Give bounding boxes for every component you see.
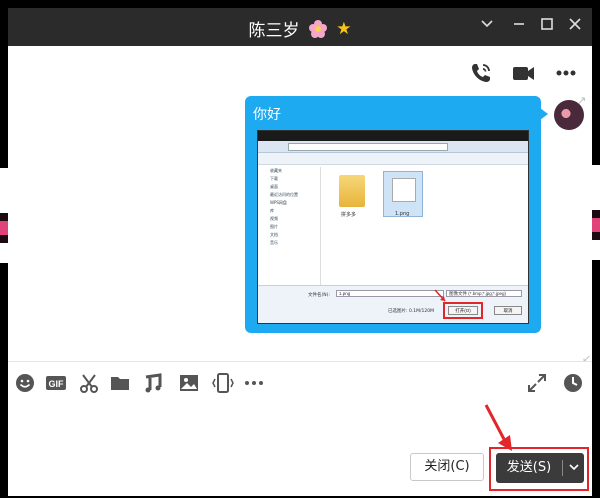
- video-call-icon[interactable]: [510, 60, 536, 86]
- send-label: 发送(S): [506, 460, 552, 475]
- background-right-strip: [592, 165, 600, 260]
- close-icon[interactable]: [564, 16, 586, 38]
- message-image[interactable]: 收藏夹 下载 桌面 最近访问的位置 WPS网盘 库 视频 图片 文档 音乐 拼多…: [257, 130, 529, 324]
- svg-text:GIF: GIF: [49, 379, 65, 389]
- gif-icon[interactable]: GIF: [45, 372, 67, 394]
- maximize-icon[interactable]: [536, 16, 558, 38]
- open-highlight: [443, 302, 483, 319]
- send-button[interactable]: 发送(S): [496, 453, 584, 483]
- music-note-icon[interactable]: [142, 372, 164, 394]
- input-toolbar: GIF: [8, 362, 592, 402]
- expand-icon[interactable]: [526, 372, 548, 394]
- title-group: 陈三岁 ★: [8, 16, 592, 42]
- chevron-down-icon[interactable]: [476, 16, 498, 38]
- chat-header-actions: [8, 46, 592, 96]
- folder-icon[interactable]: [109, 372, 131, 394]
- title-bar[interactable]: 陈三岁 ★: [8, 8, 592, 46]
- screenshot-dialog-footer: 文件名(N): 1.png 图像文件 (*.bmp;*.jpg;*.jpeg) …: [258, 285, 528, 323]
- image-icon[interactable]: [178, 372, 200, 394]
- shake-icon[interactable]: [212, 372, 234, 394]
- scissors-icon[interactable]: [78, 372, 100, 394]
- emoji-icon[interactable]: [14, 372, 36, 394]
- star-icon: ★: [336, 18, 352, 39]
- screenshot-titlebar: [258, 131, 528, 141]
- flower-icon: [308, 19, 327, 38]
- more-icon[interactable]: [553, 60, 579, 86]
- folder-icon: [339, 175, 365, 207]
- chat-window: 陈三岁 ★ ↗ 你好 收藏夹 下载 桌面 最近访问的位置 WPS网盘 库 视频 …: [8, 8, 592, 496]
- message-bubble[interactable]: 你好 收藏夹 下载 桌面 最近访问的位置 WPS网盘 库 视频 图片 文档 音乐…: [245, 96, 548, 333]
- screenshot-address-bar: [258, 141, 528, 153]
- more-icon[interactable]: [243, 372, 265, 394]
- window-title: 陈三岁: [248, 21, 300, 41]
- background-left-strip: [0, 168, 8, 263]
- pointer-arrow-icon: [434, 289, 446, 302]
- minimize-icon[interactable]: [508, 16, 530, 38]
- message-area: ↗ 你好 收藏夹 下载 桌面 最近访问的位置 WPS网盘 库 视频 图片 文档 …: [8, 95, 592, 365]
- avatar[interactable]: [554, 100, 584, 130]
- screenshot-toolbar: [258, 153, 528, 165]
- voice-call-icon[interactable]: [468, 60, 494, 86]
- screenshot-sidebar: 收藏夹 下载 桌面 最近访问的位置 WPS网盘 库 视频 图片 文档 音乐: [270, 168, 298, 245]
- history-icon[interactable]: [562, 372, 584, 394]
- close-button[interactable]: 关闭(C): [410, 453, 484, 481]
- send-options-chevron-icon[interactable]: [563, 453, 584, 483]
- screenshot-file-list: 拼多多 1.png: [320, 167, 525, 285]
- message-text: 你好: [253, 107, 281, 123]
- annotation-arrow-icon: [484, 404, 512, 451]
